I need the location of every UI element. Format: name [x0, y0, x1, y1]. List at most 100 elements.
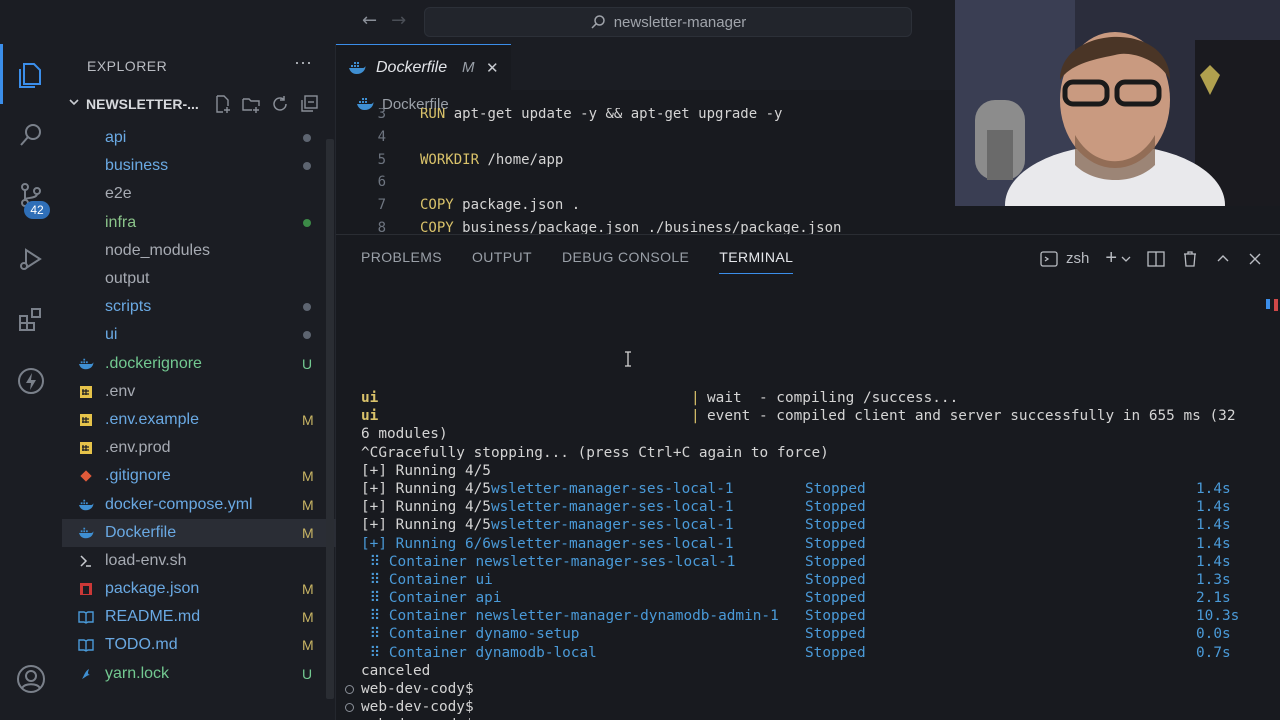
- extensions-icon[interactable]: [14, 302, 48, 336]
- tab-dockerfile[interactable]: Dockerfile M ✕: [336, 44, 511, 90]
- explorer-icon[interactable]: [14, 58, 48, 92]
- plus-icon: +: [1105, 247, 1118, 269]
- forward-arrow-icon[interactable]: →: [391, 10, 406, 31]
- running-prefix: [+] Running 4/5: [361, 517, 491, 534]
- new-folder-icon[interactable]: [241, 94, 261, 114]
- new-file-icon[interactable]: [212, 94, 232, 114]
- container-status: Stopped: [805, 608, 866, 625]
- tab-problems[interactable]: PROBLEMS: [361, 249, 442, 274]
- container-row: ⠿ Container dynamodb-local Stopped 0.7s: [361, 644, 1261, 662]
- prompt-line: web-dev-cody$: [345, 680, 1261, 698]
- tree-item-readme-md[interactable]: README.md M: [62, 603, 336, 631]
- webcam-overlay: [955, 0, 1280, 206]
- tree-item-infra[interactable]: infra: [62, 209, 336, 237]
- search-icon: [591, 15, 605, 29]
- tree-item-env-example[interactable]: .env.example M: [62, 406, 336, 434]
- git-status-badge: M: [302, 468, 314, 485]
- container-status: Stopped: [805, 535, 866, 552]
- status-dot: [303, 218, 311, 227]
- code-rest: apt-get update -y && apt-get upgrade -y: [445, 108, 783, 122]
- command-center-search[interactable]: newsletter-manager: [424, 7, 912, 37]
- container-row: ⠿ Container newsletter-manager-ses-local…: [361, 553, 1261, 571]
- tree-item-label: output: [105, 270, 150, 288]
- tree-item-node-modules[interactable]: node_modules: [62, 237, 336, 265]
- container-name: ⠿ Container newsletter-manager-ses-local…: [361, 553, 736, 570]
- code-keyword: COPY: [420, 197, 454, 214]
- more-actions-icon[interactable]: ···: [294, 52, 312, 73]
- back-arrow-icon[interactable]: ←: [362, 10, 377, 31]
- lightning-icon[interactable]: [14, 364, 48, 398]
- terminal-shell-selector[interactable]: zsh: [1040, 250, 1089, 268]
- git-status-badge: M: [302, 581, 314, 598]
- webcam-person-illustration: [955, 0, 1280, 206]
- tree-item-e2e[interactable]: e2e: [62, 180, 336, 208]
- line-number: 6: [377, 174, 386, 191]
- container-time: 1.4s: [1196, 517, 1231, 534]
- line-number: 8: [377, 220, 386, 234]
- tree-item-label: node_modules: [105, 241, 210, 259]
- tab-output[interactable]: OUTPUT: [472, 249, 532, 274]
- tree-item-dockerfile[interactable]: Dockerfile M: [62, 518, 336, 547]
- chevron-down-icon: [68, 95, 80, 113]
- tree-item-gitignore[interactable]: .gitignore M: [62, 462, 336, 490]
- running-row: [+] Running 6/6wsletter-manager-ses-loca…: [361, 535, 1261, 553]
- code-line: 8 COPY business/package.json ./business/p…: [336, 220, 1280, 234]
- explorer-sidebar: EXPLORER ··· NEWSLETTER-... api business e…: [62, 44, 336, 720]
- container-status: Stopped: [805, 480, 866, 497]
- new-terminal-button[interactable]: +: [1105, 247, 1131, 270]
- container-name: wsletter-manager-ses-local-1: [490, 517, 734, 534]
- account-icon[interactable]: [14, 662, 48, 696]
- container-row: ⠿ Container dynamo-setup Stopped 0.0s: [361, 625, 1261, 643]
- tree-item-label: README.md: [105, 608, 201, 626]
- tree-item-package-json[interactable]: package.json M: [62, 575, 336, 603]
- md-file-icon: [78, 637, 94, 653]
- workspace-folder-header[interactable]: NEWSLETTER-...: [62, 92, 336, 116]
- panel-tabs: PROBLEMS OUTPUT DEBUG CONSOLE TERMINAL: [361, 249, 823, 274]
- tab-label: Dockerfile: [376, 58, 448, 76]
- log-message: event - compiled client and server succe…: [707, 408, 1236, 425]
- status-dot: [303, 134, 311, 143]
- tab-debug-console[interactable]: DEBUG CONSOLE: [562, 249, 689, 274]
- tree-item-load-env-sh[interactable]: load-env.sh: [62, 547, 336, 575]
- running-prefix: [+] Running 4/5: [361, 480, 491, 497]
- tree-item-todo-md[interactable]: TODO.md M: [62, 631, 336, 659]
- terminal-output[interactable]: ui | wait - compiling /success... ui | event …: [345, 389, 1261, 720]
- tree-item-dockerignore[interactable]: .dockerignore U: [62, 350, 336, 378]
- tree-item-business[interactable]: business: [62, 152, 336, 180]
- run-debug-icon[interactable]: [14, 242, 48, 276]
- tree-item-api[interactable]: api: [62, 124, 336, 152]
- tree-item-label: business: [105, 157, 169, 175]
- sidebar-scrollbar[interactable]: [326, 139, 334, 699]
- tab-modified-indicator: M: [462, 59, 475, 76]
- split-terminal-icon[interactable]: [1147, 250, 1165, 268]
- close-panel-icon[interactable]: [1247, 251, 1263, 267]
- git-status-badge: M: [302, 411, 314, 428]
- git-status-badge: U: [302, 665, 313, 682]
- tab-terminal[interactable]: TERMINAL: [719, 249, 794, 274]
- md-file-icon: [78, 609, 94, 625]
- code-keyword: RUN: [420, 108, 446, 122]
- collapse-all-icon[interactable]: [299, 94, 319, 114]
- tree-item-scripts[interactable]: scripts: [62, 293, 336, 321]
- nav-arrows: ← →: [362, 10, 406, 31]
- tree-item-yarn-lock[interactable]: yarn.lock U: [62, 660, 336, 688]
- close-icon[interactable]: ✕: [486, 59, 499, 77]
- trash-icon[interactable]: [1181, 250, 1199, 268]
- service-prefix: ui: [361, 408, 379, 425]
- active-indicator: [0, 44, 3, 104]
- terminal-line: canceled: [361, 662, 1261, 680]
- container-name: ⠿ Container dynamo-setup: [361, 626, 580, 643]
- search-icon[interactable]: [14, 118, 48, 152]
- shell-name: zsh: [1066, 250, 1090, 267]
- tree-item-docker-compose-yml[interactable]: docker-compose.yml M: [62, 490, 336, 518]
- code-keyword: WORKDIR: [420, 151, 480, 168]
- chevron-up-icon[interactable]: [1215, 251, 1231, 267]
- tree-item-env-prod[interactable]: .env.prod: [62, 434, 336, 462]
- refresh-icon[interactable]: [270, 94, 290, 114]
- container-status: Stopped: [805, 626, 866, 643]
- tree-item-ui[interactable]: ui: [62, 321, 336, 349]
- tree-item-output[interactable]: output: [62, 265, 336, 293]
- code-text: COPY business/package.json ./business/pa…: [420, 220, 841, 234]
- docker-file-icon: [78, 525, 94, 541]
- tree-item-env[interactable]: .env: [62, 378, 336, 406]
